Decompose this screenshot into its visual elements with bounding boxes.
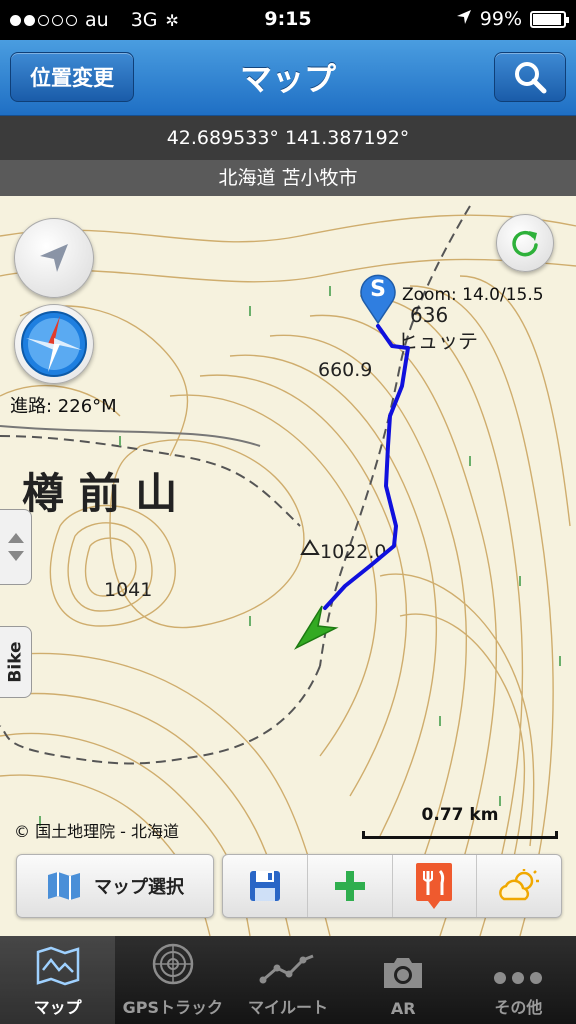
scale-label: 0.77 km	[421, 805, 499, 825]
refresh-icon	[512, 230, 538, 257]
start-marker-label: S	[370, 277, 386, 302]
tab-more-label: その他	[494, 998, 543, 1017]
radar-icon	[152, 943, 194, 985]
compass-icon	[21, 311, 87, 377]
mountain-label: 樽 前 山	[22, 469, 177, 518]
compass-button[interactable]	[14, 304, 94, 384]
scale-line	[362, 831, 558, 839]
tab-map[interactable]: マップ	[0, 936, 116, 1024]
point-660-label: 660.9	[318, 359, 372, 381]
map-copyright: © 国土地理院 - 北海道	[14, 822, 180, 841]
save-icon	[249, 871, 280, 901]
map-select-label: マップ選択	[94, 877, 184, 898]
zoom-readout: Zoom: 14.0/15.5	[402, 285, 544, 305]
restaurant-button[interactable]	[391, 855, 477, 917]
tab-ar-label: AR	[390, 999, 416, 1018]
tab-ar[interactable]: AR	[346, 936, 461, 1024]
hut-label: ヒュッテ	[398, 329, 478, 353]
battery-icon	[530, 10, 569, 28]
location-services-icon	[456, 8, 472, 30]
down-arrow-icon	[7, 551, 24, 561]
navigation-arrow-icon	[40, 244, 68, 272]
refresh-button[interactable]	[496, 214, 554, 272]
start-marker[interactable]: S	[358, 272, 398, 325]
map-view[interactable]: 樽 前 山 1041 1022.0 660.9 636 ヒュッテ S 進路: 2…	[0, 196, 576, 936]
weather-button[interactable]	[476, 855, 561, 917]
bike-tab-label: Bike	[5, 641, 26, 683]
locate-button[interactable]	[14, 218, 94, 298]
map-select-button[interactable]: マップ選択	[16, 854, 214, 918]
place-name-bar: 北海道 苫小牧市	[0, 160, 576, 196]
tab-gps-track-label: GPSトラック	[122, 998, 223, 1017]
point-636-label: 636	[410, 303, 448, 327]
status-bar: au 3G ✲ 9:15 99%	[0, 0, 576, 40]
scale-bar: 0.77 km	[362, 805, 558, 839]
restaurant-icon	[416, 863, 453, 909]
battery-percent: 99%	[479, 8, 522, 30]
search-button[interactable]	[494, 52, 566, 102]
add-button[interactable]	[306, 855, 392, 917]
up-arrow-icon	[7, 533, 24, 543]
zoom-handle[interactable]	[0, 509, 32, 585]
tab-more[interactable]: その他	[461, 936, 576, 1024]
camera-icon	[384, 958, 423, 988]
more-icon	[494, 972, 543, 984]
search-icon	[515, 62, 547, 94]
tab-gps-track[interactable]: GPSトラック	[115, 936, 230, 1024]
map-icon	[36, 946, 79, 986]
nav-bar: 位置変更 マップ	[0, 40, 576, 116]
map-action-group	[222, 854, 562, 918]
tab-map-label: マップ	[33, 998, 82, 1017]
tab-bar: マップ GPSトラック マイルート AR その他	[0, 936, 576, 1024]
tab-my-route[interactable]: マイルート	[230, 936, 345, 1024]
map-icon	[48, 872, 80, 900]
page-title: マップ	[239, 60, 336, 98]
tab-my-route-label: マイルート	[248, 998, 329, 1017]
bike-mode-tab[interactable]: Bike	[0, 626, 32, 698]
peak-1041-label: 1041	[104, 579, 152, 601]
coordinates-bar: 42.689533° 141.387192°	[0, 116, 576, 160]
save-button[interactable]	[223, 855, 307, 917]
heading-readout: 進路: 226°M	[10, 396, 117, 417]
weather-icon	[499, 869, 540, 901]
add-icon	[334, 871, 365, 901]
route-icon	[259, 954, 314, 984]
current-position-arrow	[293, 605, 339, 650]
